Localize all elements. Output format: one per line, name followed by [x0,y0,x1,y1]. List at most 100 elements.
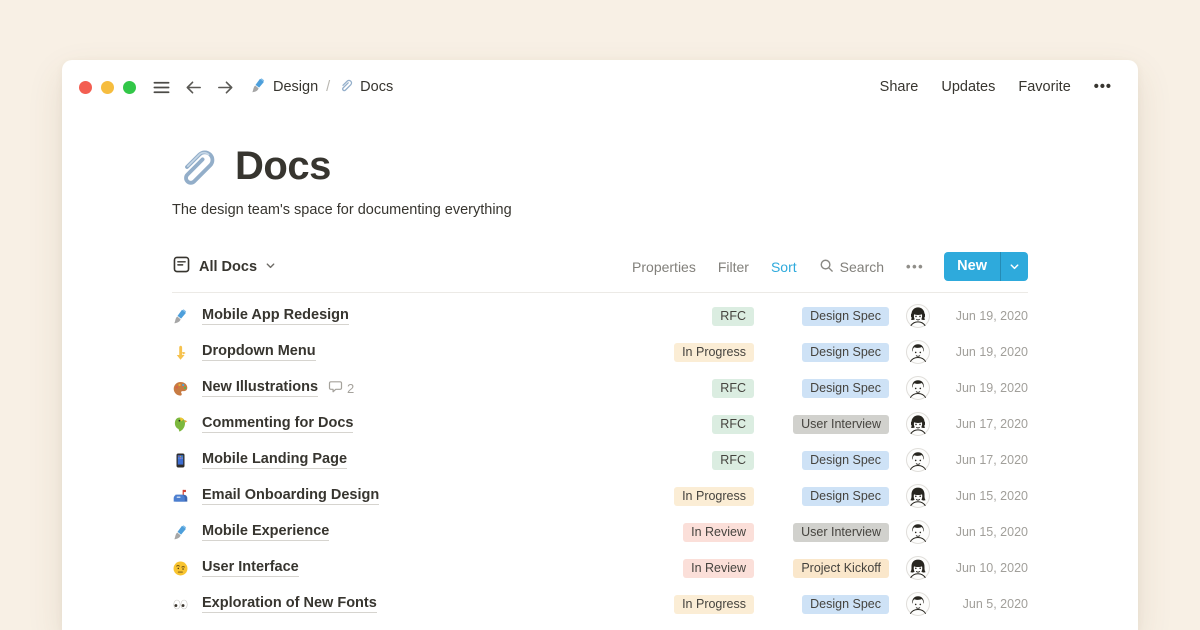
avatar[interactable] [906,448,930,472]
doc-title[interactable]: Exploration of New Fonts [202,595,377,613]
sort-button[interactable]: Sort [771,259,797,275]
status-badge[interactable]: RFC [712,307,754,326]
window-topbar: Design / Docs Share Updates Favorite ••• [62,60,1138,106]
minimize-window-button[interactable] [101,81,114,94]
status-cell: RFC [659,307,754,326]
properties-button[interactable]: Properties [632,259,696,275]
status-badge[interactable]: In Progress [674,487,754,506]
paperclip-page-icon[interactable] [172,142,220,190]
search-icon [819,258,834,276]
breadcrumb-label: Docs [360,79,393,95]
category-badge[interactable]: User Interview [793,523,889,542]
table-row[interactable]: Commenting for DocsRFCUser InterviewJun … [172,406,1028,442]
mailbox-icon [172,488,191,505]
chevron-down-icon[interactable] [1001,252,1028,281]
doc-title[interactable]: Dropdown Menu [202,343,316,361]
status-badge[interactable]: RFC [712,379,754,398]
view-toolbar: All Docs Properties Filter Sort Search •… [172,252,1028,293]
comment-bubble-icon [328,379,343,397]
paperclip-icon [338,77,354,97]
doc-title[interactable]: Commenting for Docs [202,415,353,433]
doc-title[interactable]: Mobile App Redesign [202,307,349,325]
avatar[interactable] [906,484,930,508]
page-title-row: Docs [172,142,1028,190]
table-row[interactable]: New Illustrations 2 RFC Design Spec Jun 19, … [172,370,1028,406]
category-badge[interactable]: Design Spec [802,307,889,326]
view-switcher[interactable]: All Docs [172,255,276,279]
category-cell: Design Spec [771,487,889,506]
breadcrumb-separator: / [326,79,330,95]
status-cell: In Progress [659,487,754,506]
table-row[interactable]: Dropdown MenuIn ProgressDesign SpecJun 1… [172,334,1028,370]
category-badge[interactable]: Design Spec [802,451,889,470]
new-button-label: New [944,252,1000,281]
avatar[interactable] [906,520,930,544]
category-cell: User Interview [771,523,889,542]
avatar[interactable] [906,556,930,580]
table-row[interactable]: Email Onboarding Design In Progress Design… [172,478,1028,514]
parrot-icon [172,416,191,433]
doc-title[interactable]: Mobile Experience [202,523,329,541]
table-row[interactable]: Exploration of New Fonts In Progress Desig… [172,586,1028,622]
status-badge[interactable]: In Progress [674,595,754,614]
category-badge[interactable]: Design Spec [802,379,889,398]
avatar[interactable] [906,412,930,436]
avatar[interactable] [906,592,930,616]
status-badge[interactable]: RFC [712,415,754,434]
close-window-button[interactable] [79,81,92,94]
toolbar-more-icon[interactable]: ••• [906,259,924,274]
breadcrumb: Design / Docs [250,77,393,98]
category-badge[interactable]: User Interview [793,415,889,434]
comment-count[interactable]: 2 [328,379,354,397]
table-row[interactable]: Mobile Landing PageRFCDesign SpecJun 17,… [172,442,1028,478]
palette-icon [172,380,191,397]
category-badge[interactable]: Design Spec [802,343,889,362]
breadcrumb-item-design[interactable]: Design [250,77,318,98]
forward-icon[interactable] [216,78,235,97]
status-cell: In Progress [659,343,754,362]
status-badge[interactable]: In Review [683,523,754,542]
back-icon[interactable] [184,78,203,97]
table-row[interactable]: Mobile Experience In Review User Interview… [172,514,1028,550]
avatar[interactable] [906,340,930,364]
category-badge[interactable]: Project Kickoff [793,559,889,578]
row-date: Jun 19, 2020 [944,381,1028,395]
table-row[interactable]: Mobile App RedesignRFCDesign SpecJun 19,… [172,298,1028,334]
new-button[interactable]: New [944,252,1028,281]
window-controls [79,81,136,94]
doc-title[interactable]: Email Onboarding Design [202,487,379,505]
updates-button[interactable]: Updates [941,79,995,95]
mobile-phone-icon [172,452,191,469]
category-badge[interactable]: Design Spec [802,595,889,614]
status-badge[interactable]: RFC [712,451,754,470]
category-cell: Design Spec [771,343,889,362]
paintbrush-icon [172,524,191,541]
view-label: All Docs [199,259,257,275]
doc-title[interactable]: User Interface [202,559,299,577]
search-button[interactable]: Search [819,258,884,276]
status-cell: RFC [659,379,754,398]
search-label: Search [840,259,884,275]
paintbrush-icon [172,308,191,325]
chevron-down-icon [265,258,276,276]
category-badge[interactable]: Design Spec [802,487,889,506]
more-options-icon[interactable]: ••• [1094,79,1112,95]
status-badge[interactable]: In Review [683,559,754,578]
doc-title[interactable]: New Illustrations [202,379,318,397]
filter-button[interactable]: Filter [718,259,749,275]
breadcrumb-item-docs[interactable]: Docs [338,77,393,97]
table-row[interactable]: User InterfaceIn ReviewProject KickoffJu… [172,550,1028,586]
hamburger-menu-icon[interactable] [152,78,171,97]
status-cell: In Review [659,559,754,578]
status-badge[interactable]: In Progress [674,343,754,362]
avatar[interactable] [906,304,930,328]
favorite-button[interactable]: Favorite [1018,79,1070,95]
doc-title[interactable]: Mobile Landing Page [202,451,347,469]
status-cell: In Progress [659,595,754,614]
share-button[interactable]: Share [880,79,919,95]
row-date: Jun 15, 2020 [944,489,1028,503]
avatar[interactable] [906,376,930,400]
category-cell: Design Spec [771,595,889,614]
zoom-window-button[interactable] [123,81,136,94]
breadcrumb-label: Design [273,79,318,95]
